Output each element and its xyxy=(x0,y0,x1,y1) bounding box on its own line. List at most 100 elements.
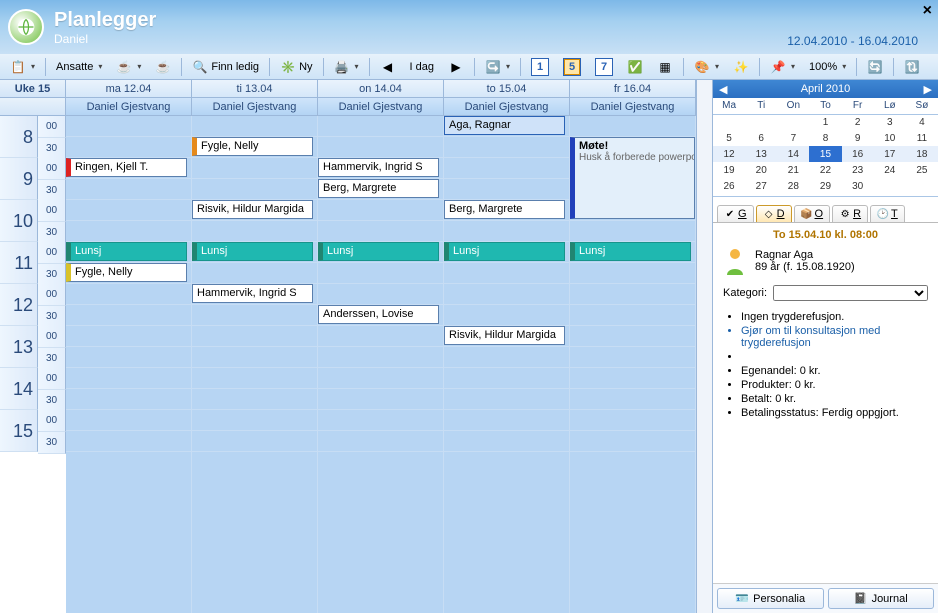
wand-button[interactable]: ✨ xyxy=(727,56,755,78)
refresh-button[interactable]: 🔄 xyxy=(861,56,889,78)
month-day[interactable]: 23 xyxy=(842,162,874,178)
tab-g[interactable]: ✔G xyxy=(717,205,754,222)
view-1-button[interactable]: 1 xyxy=(525,56,555,78)
day-column[interactable]: Aga, Ragnar Berg, Margrete Lunsj Risvik, Hi… xyxy=(444,116,570,613)
tab-t[interactable]: 🕑T xyxy=(870,205,905,222)
month-prev-button[interactable]: ◀ xyxy=(719,83,727,96)
tab-r[interactable]: ⚙R xyxy=(832,205,868,222)
event-lunch[interactable]: Lunsj xyxy=(192,242,313,261)
event-appointment[interactable]: Anderssen, Lovise xyxy=(318,305,439,324)
event-appointment[interactable]: Berg, Margrete xyxy=(444,200,565,219)
day-header[interactable]: on 14.04 xyxy=(318,80,444,98)
ny-button[interactable]: ✳️Ny xyxy=(274,56,318,78)
month-day[interactable]: 21 xyxy=(777,162,809,178)
month-day[interactable]: 30 xyxy=(842,178,874,194)
resource-header[interactable]: Daniel Gjestvang xyxy=(66,98,192,116)
month-day[interactable]: 10 xyxy=(874,130,906,146)
month-day[interactable]: 19 xyxy=(713,162,745,178)
event-appointment[interactable]: Berg, Margrete xyxy=(318,179,439,198)
month-day[interactable]: 16 xyxy=(842,146,874,162)
prev-button[interactable]: ◀ xyxy=(374,56,402,78)
month-day[interactable]: 14 xyxy=(777,146,809,162)
close-icon[interactable]: × xyxy=(923,2,932,20)
month-day[interactable]: 18 xyxy=(906,146,938,162)
resource-header[interactable]: Daniel Gjestvang xyxy=(192,98,318,116)
toolbar-coffee2[interactable]: ☕ xyxy=(149,56,177,78)
event-appointment[interactable]: Fygle, Nelly xyxy=(192,137,313,156)
tab-d[interactable]: ◇D xyxy=(756,205,792,222)
goto-button[interactable]: ↪️ xyxy=(479,56,516,78)
event-appointment[interactable]: Hammervik, Ingrid S xyxy=(318,158,439,177)
month-next-button[interactable]: ▶ xyxy=(924,83,932,96)
month-day[interactable]: 9 xyxy=(842,130,874,146)
event-appointment[interactable]: Ringen, Kjell T. xyxy=(66,158,187,177)
toolbar-coffee1[interactable]: ☕ xyxy=(110,56,147,78)
month-day[interactable]: 2 xyxy=(842,114,874,130)
event-appointment[interactable]: Risvik, Hildur Margida xyxy=(444,326,565,345)
month-day[interactable]: 11 xyxy=(906,130,938,146)
event-lunch[interactable]: Lunsj xyxy=(570,242,691,261)
day-header[interactable]: to 15.04 xyxy=(444,80,570,98)
scrollbar[interactable] xyxy=(696,116,712,613)
pin-button[interactable]: 📌 xyxy=(764,56,801,78)
view-checklist-button[interactable]: ✅ xyxy=(621,56,649,78)
ansatte-dropdown[interactable]: Ansatte xyxy=(50,56,108,78)
detail-link-convert[interactable]: Gjør om til konsultasjon med trygderefus… xyxy=(741,325,928,349)
month-day[interactable]: 15 xyxy=(809,146,841,162)
month-day[interactable]: 8 xyxy=(809,130,841,146)
month-day[interactable]: 28 xyxy=(777,178,809,194)
date-range[interactable]: 12.04.2010 - 16.04.2010 xyxy=(787,34,918,48)
event-lunch[interactable]: Lunsj xyxy=(444,242,565,261)
resource-header[interactable]: Daniel Gjestvang xyxy=(318,98,444,116)
month-day[interactable]: 17 xyxy=(874,146,906,162)
day-column[interactable]: Fygle, Nelly Risvik, Hildur Margida Lunsj H… xyxy=(192,116,318,613)
view-5-button[interactable]: 5 xyxy=(557,56,587,78)
event-appointment[interactable]: Hammervik, Ingrid S xyxy=(192,284,313,303)
month-day[interactable]: 12 xyxy=(713,146,745,162)
idag-button[interactable]: I dag xyxy=(404,56,440,78)
month-day[interactable]: 5 xyxy=(713,130,745,146)
sync-button[interactable]: 🔃 xyxy=(898,56,926,78)
resource-header[interactable]: Daniel Gjestvang xyxy=(444,98,570,116)
event-lunch[interactable]: Lunsj xyxy=(66,242,187,261)
day-column[interactable]: Ringen, Kjell T. Lunsj Fygle, Nelly xyxy=(66,116,192,613)
event-lunch[interactable]: Lunsj xyxy=(318,242,439,261)
month-day[interactable]: 26 xyxy=(713,178,745,194)
month-day[interactable]: 24 xyxy=(874,162,906,178)
day-header[interactable]: ma 12.04 xyxy=(66,80,192,98)
event-appointment[interactable]: Fygle, Nelly xyxy=(66,263,187,282)
next-button[interactable]: ▶ xyxy=(442,56,470,78)
tab-o[interactable]: 📦O xyxy=(794,205,831,222)
palette-button[interactable]: 🎨 xyxy=(688,56,725,78)
event-note[interactable]: Møte!Husk å forberede powerpoit presenta… xyxy=(570,137,695,219)
month-title[interactable]: April 2010 xyxy=(801,83,851,95)
calendar-grid[interactable]: Ringen, Kjell T.LunsjFygle, NellyFygle, … xyxy=(66,116,696,613)
view-grid-button[interactable]: ▦ xyxy=(651,56,679,78)
event-appointment[interactable]: Risvik, Hildur Margida xyxy=(192,200,313,219)
finn-ledig-button[interactable]: 🔍Finn ledig xyxy=(186,56,265,78)
month-day[interactable]: 1 xyxy=(809,114,841,130)
day-header[interactable]: fr 16.04 xyxy=(570,80,696,98)
month-day[interactable]: 20 xyxy=(745,162,777,178)
personalia-button[interactable]: 🪪Personalia xyxy=(717,588,824,609)
month-day[interactable]: 4 xyxy=(906,114,938,130)
resource-header[interactable]: Daniel Gjestvang xyxy=(570,98,696,116)
month-day[interactable]: 13 xyxy=(745,146,777,162)
month-day[interactable]: 25 xyxy=(906,162,938,178)
month-day[interactable]: 22 xyxy=(809,162,841,178)
day-header[interactable]: ti 13.04 xyxy=(192,80,318,98)
day-column[interactable]: Hammervik, Ingrid S Berg, Margrete Lunsj An… xyxy=(318,116,444,613)
month-day[interactable]: 3 xyxy=(874,114,906,130)
zoom-dropdown[interactable]: 100% xyxy=(803,56,852,78)
month-day[interactable]: 7 xyxy=(777,130,809,146)
view-7-button[interactable]: 7 xyxy=(589,56,619,78)
month-day[interactable]: 6 xyxy=(745,130,777,146)
event-appointment[interactable]: Aga, Ragnar xyxy=(444,116,565,135)
month-day[interactable]: 29 xyxy=(809,178,841,194)
kategori-select[interactable] xyxy=(773,285,928,301)
day-column[interactable]: Lunsj Møte!Husk å forberede powerpoit pre… xyxy=(570,116,696,613)
toolbar-file-dropdown[interactable]: 📋 xyxy=(4,56,41,78)
journal-button[interactable]: 📓Journal xyxy=(828,588,935,609)
month-day[interactable]: 27 xyxy=(745,178,777,194)
print-button[interactable]: 🖨️ xyxy=(328,56,365,78)
